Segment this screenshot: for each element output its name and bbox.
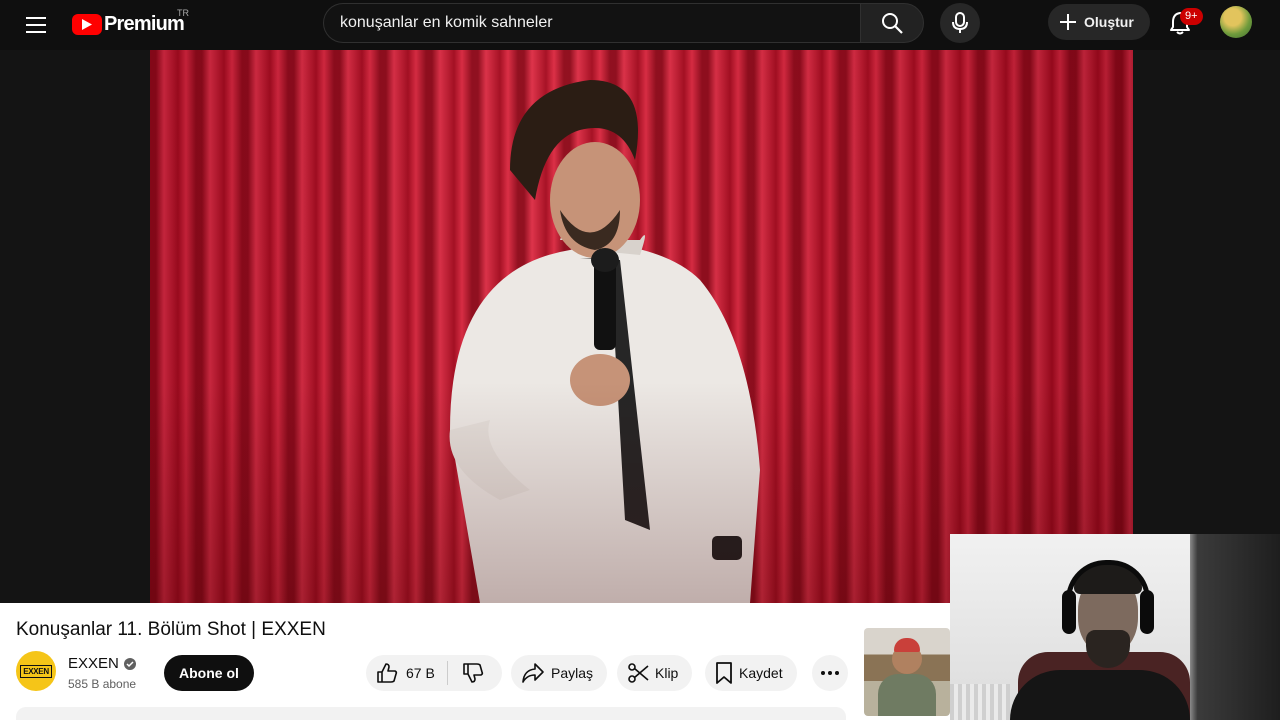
create-button[interactable]: Oluştur [1048,4,1150,40]
subscriber-count: 585 B abone [68,677,137,691]
notification-badge: 9+ [1180,8,1203,25]
thumbs-down-icon [463,663,483,683]
clip-button[interactable]: Klip [617,655,693,691]
bookmark-icon [716,662,732,684]
account-avatar[interactable] [1220,6,1252,38]
video-title: Konuşanlar 11. Bölüm Shot | EXXEN [16,619,326,640]
more-icon [821,671,839,675]
channel-name: EXXEN [68,655,119,672]
video-player[interactable] [150,50,1133,603]
more-actions-button[interactable] [812,655,848,691]
logo-region: TR [177,8,189,18]
recommended-video-thumbnail[interactable] [864,628,950,716]
search-icon [882,13,903,34]
save-label: Kaydet [739,665,783,681]
menu-icon [26,17,46,33]
save-button[interactable]: Kaydet [705,655,797,691]
thumbs-up-icon [377,663,398,683]
thumbnail-person-hat [894,638,920,652]
clip-label: Klip [655,665,679,681]
search-button[interactable] [860,3,924,43]
youtube-play-icon [72,13,102,35]
video-info-panel: Konuşanlar 11. Bölüm Shot | EXXEN EXXEN … [0,603,950,720]
description-box-edge [16,707,846,720]
share-button[interactable]: Paylaş [511,655,608,691]
headphones-right [1140,590,1154,634]
voice-search-button[interactable] [940,3,980,43]
channel-name-link[interactable]: EXXEN [68,655,136,672]
webcam-radiator [950,684,1010,720]
webcam-person-body [1010,670,1190,720]
share-label: Paylaş [551,665,594,681]
channel-logo-text: EXXEN [20,664,52,678]
verified-icon [123,657,136,670]
like-count: 67 B [406,665,435,681]
dislike-button[interactable] [448,655,498,691]
mic-icon [952,12,968,33]
like-dislike-group: 67 B [366,655,502,691]
video-shade [150,50,1133,603]
subscribe-button[interactable]: Abone ol [164,655,254,691]
menu-button[interactable] [16,5,56,45]
top-bar: Premium TR Oluştur 9+ [0,0,1280,50]
search-box[interactable] [323,3,861,43]
youtube-premium-logo[interactable]: Premium TR [72,8,189,37]
search-input[interactable] [340,14,861,32]
like-button[interactable]: 67 B [366,655,447,691]
channel-avatar[interactable]: EXXEN [16,651,56,691]
thumbnail-person-body [878,674,936,716]
plus-icon [1060,14,1076,30]
webcam-overlay [950,534,1280,720]
scissors-icon [628,663,649,683]
headphones-left [1062,590,1076,634]
create-label: Oluştur [1084,14,1134,30]
share-icon [522,663,544,683]
logo-text: Premium [104,12,185,35]
